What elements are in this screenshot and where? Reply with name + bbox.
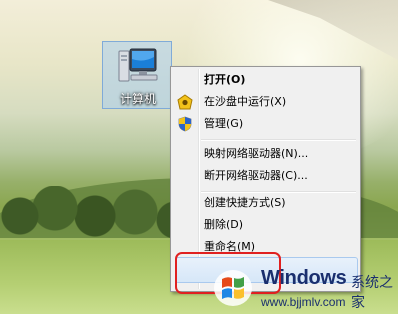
sandbox-icon — [177, 94, 193, 110]
menu-item-run-in-sandbox[interactable]: 在沙盘中运行(X) — [173, 91, 358, 113]
watermark-subtitle: 系统之家 — [351, 275, 393, 311]
menu-item-label: 删除(D) — [204, 218, 244, 231]
menu-separator — [201, 139, 356, 141]
menu-item-map-network-drive[interactable]: 映射网络驱动器(N)... — [173, 143, 358, 165]
menu-item-label: 管理(G) — [204, 117, 244, 130]
site-watermark: Windows 系统之家 www.bjjmlv.com — [213, 265, 398, 314]
menu-item-disconnect-network-drive[interactable]: 断开网络驱动器(C)... — [173, 165, 358, 187]
menu-item-label: 打开(O) — [204, 73, 246, 86]
menu-item-manage[interactable]: 管理(G) — [173, 113, 358, 135]
desktop-icon-computer[interactable]: 计算机 — [102, 41, 172, 109]
desktop-icon-label: 计算机 — [119, 92, 156, 106]
windows-logo-icon — [214, 270, 252, 306]
menu-item-label: 映射网络驱动器(N)... — [204, 147, 309, 160]
menu-item-delete[interactable]: 删除(D) — [173, 214, 358, 236]
menu-item-label: 创建快捷方式(S) — [204, 196, 286, 209]
watermark-brand: Windows — [261, 267, 347, 289]
menu-item-open[interactable]: 打开(O) — [173, 69, 358, 91]
menu-item-label: 在沙盘中运行(X) — [204, 95, 287, 108]
shield-icon — [178, 116, 192, 132]
computer-icon — [118, 48, 158, 82]
menu-item-label: 断开网络驱动器(C)... — [204, 169, 308, 182]
watermark-url: www.bjjmlv.com — [261, 295, 346, 309]
menu-item-create-shortcut[interactable]: 创建快捷方式(S) — [173, 192, 358, 214]
